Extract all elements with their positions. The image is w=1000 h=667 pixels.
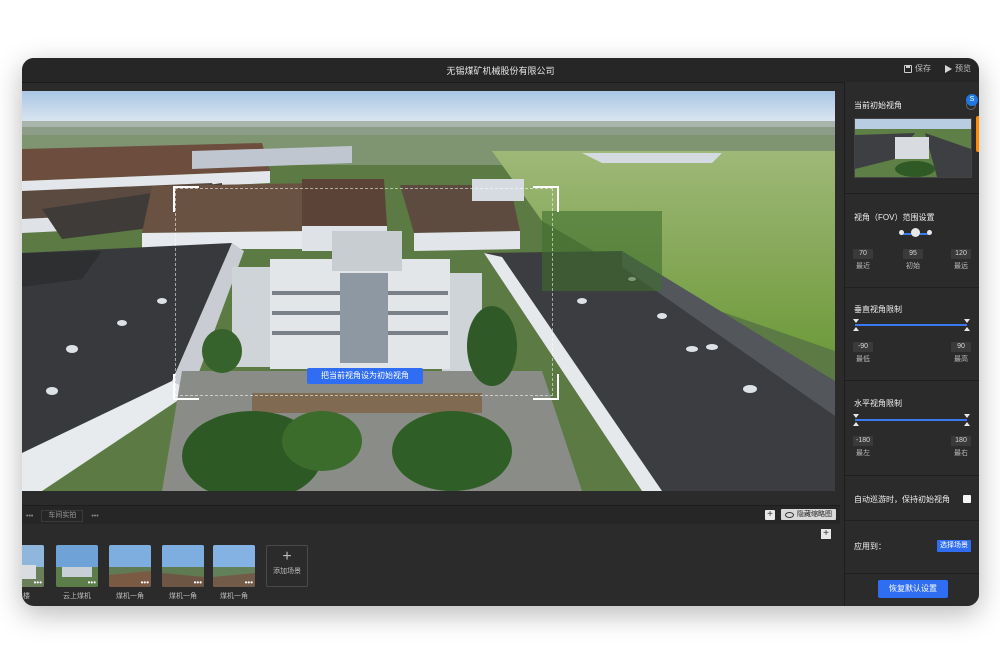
more-icon[interactable]: ••• bbox=[88, 579, 96, 587]
initial-view-thumbnail bbox=[854, 118, 972, 178]
tab-scene-group[interactable]: 车间实拍 bbox=[41, 510, 84, 522]
horizontal-max-label: 最右 bbox=[954, 450, 968, 457]
scene-label: 煤机一角 bbox=[169, 593, 197, 600]
scene-label: 煤机一角 bbox=[116, 593, 144, 600]
add-group-button[interactable]: + bbox=[765, 509, 775, 520]
vertical-min-label: 最低 bbox=[856, 356, 870, 363]
scene-label: 煤机一角 bbox=[220, 593, 248, 600]
window-title: 无锡煤矿机械股份有限公司 bbox=[446, 66, 555, 76]
top-bar: 无锡煤矿机械股份有限公司 保存 预览 bbox=[22, 58, 979, 83]
frame-corner-tl bbox=[173, 186, 199, 212]
app-window: 无锡煤矿机械股份有限公司 保存 预览 把当前视角设为初始视角 ••• 车间实拍 … bbox=[22, 58, 979, 606]
more-icon[interactable]: ••• bbox=[91, 513, 98, 520]
horizontal-min-handle-top[interactable] bbox=[853, 414, 859, 418]
auto-tour-checkbox[interactable] bbox=[963, 495, 971, 503]
more-icon[interactable]: ••• bbox=[245, 579, 253, 587]
fov-init-label: 初始 bbox=[906, 263, 920, 270]
vertical-max-handle-top[interactable] bbox=[964, 319, 970, 323]
apply-label: 应用到： bbox=[854, 542, 886, 551]
add-scene-label: 添加场景 bbox=[273, 568, 301, 575]
add-scene-small-button[interactable]: + bbox=[821, 529, 831, 539]
auto-tour-section: 自动巡游时，保持初始视角 bbox=[845, 475, 979, 521]
select-scene-button[interactable]: 选择场景 bbox=[937, 540, 971, 552]
reset-defaults-button[interactable]: 恢复默认设置 bbox=[878, 580, 948, 598]
save-button[interactable]: 保存 bbox=[904, 63, 931, 74]
horizontal-min-value[interactable]: -180 bbox=[853, 436, 873, 446]
auto-tour-label: 自动巡游时，保持初始视角 bbox=[854, 495, 950, 504]
frame-corner-tr bbox=[533, 186, 559, 212]
plus-icon: + bbox=[282, 548, 292, 565]
scene-thumb[interactable]: ••• bbox=[56, 545, 98, 587]
horizontal-slider-track[interactable] bbox=[855, 419, 967, 421]
scene-thumb[interactable]: ••• bbox=[109, 545, 151, 587]
vertical-min-value[interactable]: -90 bbox=[853, 342, 873, 352]
fov-max-value[interactable]: 120 bbox=[951, 249, 971, 259]
scene-bar-actions: + 隐藏缩略图 bbox=[765, 509, 836, 520]
vertical-min-handle-top[interactable] bbox=[853, 319, 859, 323]
vertical-max-value[interactable]: 90 bbox=[951, 342, 971, 352]
fov-init-value[interactable]: 95 bbox=[903, 249, 923, 259]
horizontal-min-handle[interactable] bbox=[853, 422, 859, 426]
eye-icon bbox=[785, 511, 794, 518]
hide-thumbnails-label: 隐藏缩略图 bbox=[797, 511, 832, 518]
vertical-max-handle[interactable] bbox=[964, 327, 970, 331]
horizontal-max-value[interactable]: 180 bbox=[951, 436, 971, 446]
vertical-max-label: 最高 bbox=[954, 356, 968, 363]
horizontal-max-handle-top[interactable] bbox=[964, 414, 970, 418]
apply-section: 应用到： 选择场景 bbox=[845, 520, 979, 574]
panorama-viewport[interactable]: 把当前视角设为初始视角 bbox=[22, 91, 835, 491]
scene-label: 云上煤机 bbox=[63, 593, 91, 600]
horizontal-limit-section: 水平视角限制 -180 180 最左 最右 bbox=[845, 380, 979, 476]
play-icon bbox=[945, 64, 952, 73]
fov-section: 视角（FOV）范围设置 70 95 120 最近 初始 最远 bbox=[845, 193, 979, 288]
fov-max-label: 最远 bbox=[954, 263, 968, 270]
preview-label: 预览 bbox=[955, 64, 971, 73]
frame-corner-br bbox=[533, 374, 559, 400]
fov-title: 视角（FOV）范围设置 bbox=[854, 213, 935, 222]
fov-min-handle[interactable] bbox=[899, 230, 904, 235]
set-initial-view-button[interactable]: 把当前视角设为初始视角 bbox=[307, 368, 423, 384]
more-icon[interactable]: ••• bbox=[26, 513, 33, 520]
more-icon[interactable]: ••• bbox=[141, 579, 149, 587]
more-icon[interactable]: ••• bbox=[34, 579, 42, 587]
preview-button[interactable]: 预览 bbox=[945, 63, 971, 74]
vertical-limit-section: 垂直视角限制 -90 90 最低 最高 bbox=[845, 287, 979, 381]
toolbar-actions: 保存 预览 bbox=[904, 63, 971, 74]
frame-corner-bl bbox=[173, 374, 199, 400]
scene-thumb[interactable]: ••• bbox=[22, 545, 44, 587]
more-icon[interactable]: ••• bbox=[194, 579, 202, 587]
vertical-limit-title: 垂直视角限制 bbox=[854, 305, 902, 314]
scene-group-tabs: ••• 车间实拍 ••• bbox=[26, 510, 99, 522]
initial-view-section: 当前初始视角 S bbox=[845, 82, 979, 194]
add-scene-button[interactable]: + 添加场景 bbox=[266, 545, 308, 587]
settings-panel: 当前初始视角 S 视角（FOV）范围设置 70 95 120 最近 初始 最远 … bbox=[844, 82, 979, 606]
scene-thumbnail-strip: ••• 大楼 ••• 云上煤机 ••• 煤机一角 ••• 煤机一角 ••• 煤机… bbox=[22, 544, 840, 606]
scene-thumb[interactable]: ••• bbox=[162, 545, 204, 587]
save-label: 保存 bbox=[915, 64, 931, 73]
vertical-slider-track[interactable] bbox=[855, 324, 967, 326]
initial-view-title: 当前初始视角 bbox=[854, 101, 902, 110]
fov-init-handle[interactable] bbox=[910, 228, 920, 237]
scene-thumb[interactable]: ••• bbox=[213, 545, 255, 587]
badge-icon[interactable]: S bbox=[966, 94, 978, 106]
horizontal-limit-title: 水平视角限制 bbox=[854, 399, 902, 408]
horizontal-min-label: 最左 bbox=[856, 450, 870, 457]
fov-min-value[interactable]: 70 bbox=[853, 249, 873, 259]
horizontal-max-handle[interactable] bbox=[964, 422, 970, 426]
scene-group-bar: ••• 车间实拍 ••• + 隐藏缩略图 bbox=[22, 505, 840, 524]
vertical-min-handle[interactable] bbox=[853, 327, 859, 331]
fov-max-handle[interactable] bbox=[927, 230, 932, 235]
fov-min-label: 最近 bbox=[856, 263, 870, 270]
panel-scrollbar[interactable] bbox=[976, 116, 979, 152]
hide-thumbnails-button[interactable]: 隐藏缩略图 bbox=[781, 509, 836, 520]
scene-label: 大楼 bbox=[22, 593, 30, 600]
save-icon bbox=[904, 64, 912, 73]
initial-view-frame bbox=[175, 188, 553, 396]
